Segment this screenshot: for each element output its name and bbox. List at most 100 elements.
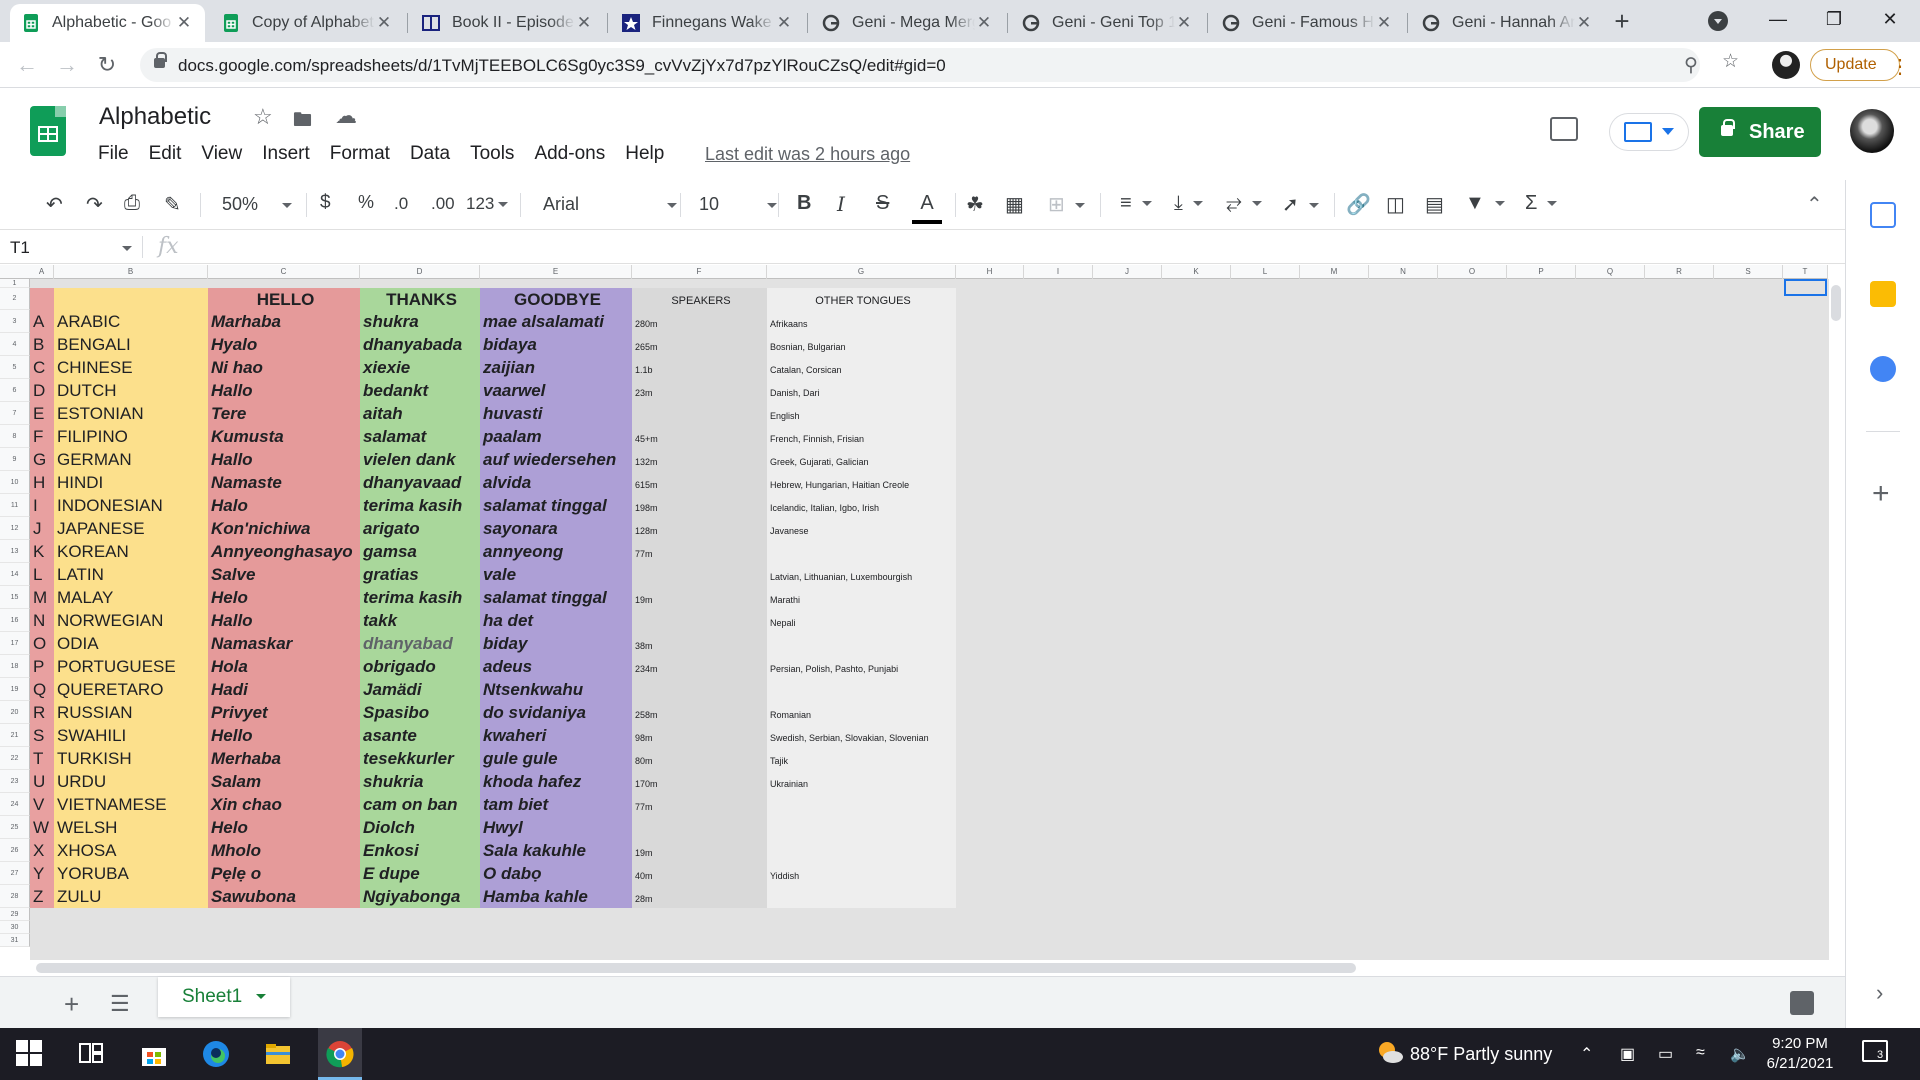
thanks-cell[interactable]: dhanyavaad [360, 471, 480, 494]
language-cell[interactable]: JAPANESE [54, 517, 208, 540]
decrease-decimal-button[interactable]: .0 [394, 194, 408, 214]
speakers-cell[interactable]: 77m [632, 540, 767, 563]
language-cell[interactable]: ZULU [54, 885, 208, 908]
speakers-cell[interactable]: 98m [632, 724, 767, 747]
other-tongues-cell[interactable]: Latvian, Lithuanian, Luxembourgish [767, 563, 956, 586]
zoom-icon[interactable]: ⚲ [1684, 54, 1698, 77]
weather-text[interactable]: 88°F Partly sunny [1410, 1044, 1552, 1065]
column-header[interactable]: A [30, 265, 54, 279]
thanks-cell[interactable]: salamat [360, 425, 480, 448]
row-header[interactable]: 29 [0, 908, 30, 921]
thanks-cell[interactable]: dhanyabada [360, 333, 480, 356]
menu-data[interactable]: Data [410, 143, 450, 165]
thanks-cell[interactable]: aitah [360, 402, 480, 425]
speakers-cell[interactable]: 19m [632, 839, 767, 862]
thanks-cell[interactable]: dhanyabad [360, 632, 480, 655]
text-color-button[interactable]: A [912, 192, 942, 224]
language-cell[interactable]: KOREAN [54, 540, 208, 563]
account-avatar[interactable] [1850, 109, 1894, 153]
row-header[interactable]: 3 [0, 310, 30, 333]
explore-icon[interactable] [1790, 991, 1814, 1015]
speakers-cell[interactable]: 40m [632, 862, 767, 885]
column-header[interactable]: T [1783, 265, 1828, 279]
wifi-icon[interactable]: ≈ [1696, 1044, 1705, 1062]
speakers-cell[interactable] [632, 816, 767, 839]
row-header[interactable]: 9 [0, 448, 30, 471]
letter-cell[interactable]: T [30, 747, 54, 770]
speakers-cell[interactable]: 615m [632, 471, 767, 494]
thanks-cell[interactable]: terima kasih [360, 586, 480, 609]
thanks-cell[interactable]: bedankt [360, 379, 480, 402]
header-hello[interactable]: HELLO [208, 288, 360, 310]
column-header[interactable]: J [1093, 265, 1162, 279]
tasks-icon[interactable] [1870, 356, 1896, 382]
address-bar[interactable]: docs.google.com/spreadsheets/d/1TvMjTEEB… [140, 48, 1700, 82]
goodbye-cell[interactable]: bidaya [480, 333, 632, 356]
language-cell[interactable]: CHINESE [54, 356, 208, 379]
goodbye-cell[interactable]: O dabọ [480, 862, 632, 885]
header-other-tongues[interactable]: OTHER TONGUES [767, 288, 956, 310]
other-tongues-cell[interactable] [767, 816, 956, 839]
borders-icon[interactable]: ▦ [1005, 192, 1024, 217]
row-header[interactable]: 14 [0, 563, 30, 586]
goodbye-cell[interactable]: annyeong [480, 540, 632, 563]
thanks-cell[interactable]: shukria [360, 770, 480, 793]
goodbye-cell[interactable]: biday [480, 632, 632, 655]
language-cell[interactable]: ARABIC [54, 310, 208, 333]
language-cell[interactable]: MALAY [54, 586, 208, 609]
chrome-icon[interactable] [326, 1040, 354, 1068]
menu-format[interactable]: Format [330, 143, 390, 165]
close-tab-icon[interactable]: ✕ [775, 13, 793, 33]
add-sheet-icon[interactable]: + [64, 989, 79, 1020]
calendar-icon[interactable] [1870, 202, 1896, 228]
letter-cell[interactable]: G [30, 448, 54, 471]
fill-color-icon[interactable]: ☘ [966, 192, 984, 217]
row-header[interactable]: 18 [0, 655, 30, 678]
language-cell[interactable]: QUERETARO [54, 678, 208, 701]
present-button[interactable] [1610, 114, 1688, 150]
hello-cell[interactable]: Hallo [208, 609, 360, 632]
document-title[interactable]: Alphabetic [99, 103, 211, 131]
speakers-cell[interactable]: 19m [632, 586, 767, 609]
hello-cell[interactable]: Helo [208, 586, 360, 609]
menu-addons[interactable]: Add-ons [534, 143, 605, 165]
other-tongues-cell[interactable]: Catalan, Corsican [767, 356, 956, 379]
language-cell[interactable]: ODIA [54, 632, 208, 655]
letter-cell[interactable]: M [30, 586, 54, 609]
zoom-select[interactable]: 50% [222, 194, 293, 215]
hello-cell[interactable]: Xin chao [208, 793, 360, 816]
hello-cell[interactable]: Tere [208, 402, 360, 425]
row-header[interactable]: 5 [0, 356, 30, 379]
other-tongues-cell[interactable]: Romanian [767, 701, 956, 724]
menu-insert[interactable]: Insert [262, 143, 310, 165]
browser-tab[interactable]: Alphabetic - Goo ✕ [10, 4, 205, 42]
language-cell[interactable]: YORUBA [54, 862, 208, 885]
close-tab-icon[interactable]: ✕ [375, 13, 393, 33]
reload-icon[interactable]: ↻ [92, 50, 122, 80]
column-header[interactable]: B [54, 265, 208, 279]
meet-now-icon[interactable]: ▣ [1620, 1044, 1635, 1064]
vertical-align-icon[interactable]: ⤓ [1174, 192, 1203, 215]
language-cell[interactable]: PORTUGUESE [54, 655, 208, 678]
thanks-cell[interactable]: arigato [360, 517, 480, 540]
functions-icon[interactable]: Σ [1525, 192, 1558, 215]
language-cell[interactable]: FILIPINO [54, 425, 208, 448]
speakers-cell[interactable]: 23m [632, 379, 767, 402]
url-text[interactable]: docs.google.com/spreadsheets/d/1TvMjTEEB… [178, 56, 946, 76]
hello-cell[interactable]: Hallo [208, 448, 360, 471]
bookmark-star-icon[interactable]: ☆ [1722, 50, 1739, 73]
windows-start-icon[interactable] [16, 1040, 44, 1068]
other-tongues-cell[interactable]: Swedish, Serbian, Slovakian, Slovenian [767, 724, 956, 747]
row-header[interactable]: 11 [0, 494, 30, 517]
other-tongues-cell[interactable]: Tajik [767, 747, 956, 770]
column-header[interactable]: Q [1576, 265, 1645, 279]
browser-tab[interactable]: Geni - Geni Top 1 ✕ [1010, 4, 1205, 42]
insert-chart-icon[interactable]: ▤ [1425, 192, 1444, 217]
letter-cell[interactable]: H [30, 471, 54, 494]
undo-icon[interactable]: ↶ [46, 192, 63, 217]
speakers-cell[interactable]: 1.1b [632, 356, 767, 379]
goodbye-cell[interactable]: auf wiedersehen [480, 448, 632, 471]
other-tongues-cell[interactable] [767, 885, 956, 908]
minimize-icon[interactable]: — [1756, 4, 1800, 34]
letter-cell[interactable]: Y [30, 862, 54, 885]
